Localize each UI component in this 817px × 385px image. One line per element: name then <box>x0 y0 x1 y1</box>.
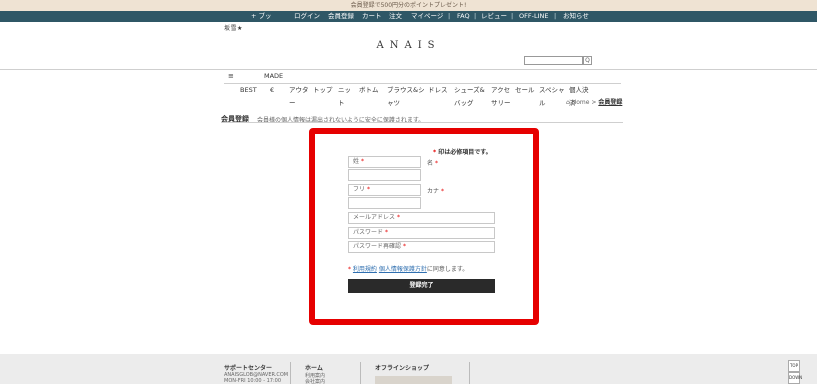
search-input[interactable] <box>524 56 583 65</box>
privacy-link[interactable]: 個人情報保護方針 <box>379 266 427 273</box>
nav-separator: | <box>511 12 514 20</box>
first-kana-field[interactable] <box>348 197 421 209</box>
home-icon: ⌂ <box>566 99 570 106</box>
nav-separator: | <box>448 12 451 20</box>
category-shoes-bags[interactable]: シューズ& バッグ <box>454 84 485 110</box>
last-name-field[interactable]: 姓 * <box>348 156 421 168</box>
footer-support-title: サポートセンター <box>224 365 273 372</box>
shop-image <box>375 376 452 384</box>
nav-notice[interactable]: お知らせ <box>563 11 589 22</box>
required-mark: * <box>348 266 351 273</box>
footer-divider <box>469 362 470 384</box>
footer-home-title[interactable]: ホーム <box>305 363 323 372</box>
category-dress[interactable]: ドレス <box>428 84 448 97</box>
top-navigation: + ブッ ログイン 会員登録 カート 注文 マイページ | FAQ | レビュー… <box>0 11 817 22</box>
category-sale[interactable]: セール <box>515 84 535 97</box>
nav-mypage[interactable]: マイページ <box>411 11 443 22</box>
category-euro[interactable]: € <box>270 84 274 97</box>
first-kana-label: カナ * <box>427 188 444 195</box>
category-outer[interactable]: アウター <box>289 84 309 110</box>
nav-cart[interactable]: カート <box>362 11 382 22</box>
nav-separator: | <box>474 12 477 20</box>
nav-login[interactable]: ログイン <box>294 11 320 22</box>
footer-shop-title: オフラインショップ <box>375 365 430 372</box>
category-blouse-shirts[interactable]: ブラウス&シ ャツ <box>387 84 425 110</box>
category-tops[interactable]: トップ <box>313 84 333 97</box>
first-name-field[interactable] <box>348 169 421 181</box>
search-button[interactable]: Q <box>583 56 592 65</box>
category-knit[interactable]: ニット <box>338 84 351 110</box>
nav-review[interactable]: レビュー <box>481 11 507 22</box>
nav-signup[interactable]: 会員登録 <box>328 11 354 22</box>
submit-button[interactable]: 登録完了 <box>348 279 495 293</box>
terms-link[interactable]: 利用規約 <box>353 266 377 273</box>
category-best[interactable]: BEST <box>240 84 257 97</box>
footer-divider <box>290 362 291 384</box>
nav-faq[interactable]: FAQ <box>457 11 470 22</box>
search-icon: Q <box>585 57 590 64</box>
category-bottoms[interactable]: ボトム <box>359 84 379 97</box>
scroll-top-button[interactable]: TOP <box>788 360 800 372</box>
header-divider <box>0 69 817 70</box>
email-field[interactable]: メールアドレス * <box>348 212 495 224</box>
breadcrumb-separator: > <box>591 99 597 106</box>
promo-banner: 会員登録で500円分のポイントプレゼント! <box>0 0 817 11</box>
password-confirm-field[interactable]: パスワード再確認 * <box>348 241 495 253</box>
title-divider <box>221 122 623 123</box>
nav-orders[interactable]: 注文 <box>389 11 402 22</box>
breadcrumb-home[interactable]: Home <box>572 99 590 106</box>
menu-made[interactable]: MADE <box>264 72 283 80</box>
nav-separator: | <box>554 12 557 20</box>
agree-text: に同意します。 <box>426 266 469 273</box>
last-kana-field[interactable]: フリ * <box>348 184 421 196</box>
breadcrumb-current: 会員登録 <box>598 99 623 106</box>
required-note: * 印は必修項目です。 <box>433 149 492 156</box>
site-logo[interactable]: ANAIS <box>0 40 817 51</box>
sub-logo[interactable]: 坂雪★ <box>224 23 243 32</box>
password-field[interactable]: パスワード * <box>348 227 495 239</box>
nav-offline[interactable]: OFF-LINE <box>519 11 548 22</box>
category-special[interactable]: スペシャル <box>539 84 565 110</box>
bookmark-link[interactable]: + ブッ <box>251 11 272 22</box>
footer-support-hours: MON-FRI 10:00 - 17:00 <box>224 378 282 384</box>
menu-toggle-icon[interactable]: ≡ <box>228 72 234 80</box>
agreement-line: * 利用規約 個人情報保護方針に同意します。 <box>348 264 468 273</box>
footer-divider <box>360 362 361 384</box>
scroll-down-button[interactable]: DOWN <box>788 372 802 384</box>
category-accessories[interactable]: アクセ サリー <box>491 84 511 110</box>
first-name-label: 名 * <box>427 160 438 167</box>
breadcrumb: ⌂ Home > 会員登録 <box>566 97 622 106</box>
